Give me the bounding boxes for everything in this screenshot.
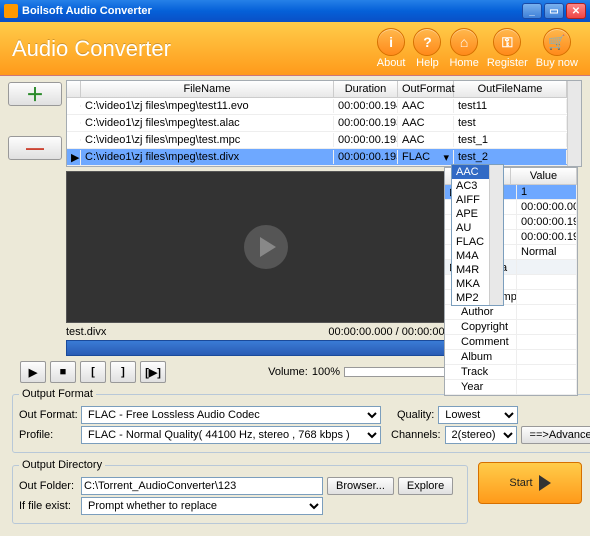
volume-slider[interactable] bbox=[344, 367, 454, 377]
explore-button[interactable]: Explore bbox=[398, 477, 453, 495]
quality-label: Quality: bbox=[397, 409, 434, 421]
col-outfilename[interactable]: OutFileName bbox=[454, 81, 567, 97]
prop-row[interactable]: Author bbox=[445, 305, 577, 320]
header-buy-now-button[interactable]: 🛒Buy now bbox=[536, 28, 578, 69]
maximize-button[interactable]: ▭ bbox=[544, 3, 564, 19]
quality-select[interactable]: Lowest bbox=[438, 406, 518, 424]
prop-row[interactable]: Album bbox=[445, 350, 577, 365]
volume-label: Volume: bbox=[268, 366, 308, 378]
window-titlebar: Boilsoft Audio Converter _ ▭ ✕ bbox=[0, 0, 590, 22]
help-icon: ? bbox=[413, 28, 441, 56]
home-icon: ⌂ bbox=[450, 28, 478, 56]
start-button[interactable]: Start bbox=[478, 462, 582, 504]
close-button[interactable]: ✕ bbox=[566, 3, 586, 19]
buy now-icon: 🛒 bbox=[543, 28, 571, 56]
volume-value: 100% bbox=[312, 366, 340, 378]
app-header: Audio Converter iAbout?Help ⌂Home ⚿Registe… bbox=[0, 22, 590, 76]
preview-play-icon[interactable] bbox=[244, 225, 288, 269]
outformat-dropdown[interactable]: AACAC3AIFFAPEAUFLACM4AM4RMKAMP2 bbox=[451, 164, 504, 306]
profile-select[interactable]: FLAC - Normal Quality( 44100 Hz, stereo … bbox=[81, 426, 381, 444]
profile-label: Profile: bbox=[19, 429, 77, 441]
mark-out-button[interactable]: ] bbox=[110, 361, 136, 383]
header-register-button[interactable]: ⚿Register bbox=[487, 28, 528, 69]
header-home-button[interactable]: ⌂Home bbox=[449, 28, 478, 69]
add-file-button[interactable]: ＋ bbox=[8, 82, 62, 106]
fileexist-select[interactable]: Prompt whether to replace bbox=[81, 497, 323, 515]
outformat-select[interactable]: FLAC - Free Lossless Audio Codec bbox=[81, 406, 381, 424]
table-row[interactable]: C:\video1\zj files\mpeg\test.mpc00:00:00… bbox=[67, 132, 567, 149]
prop-row[interactable]: Comment bbox=[445, 335, 577, 350]
fileexist-label: If file exist: bbox=[19, 500, 77, 512]
stop-button[interactable]: ■ bbox=[50, 361, 76, 383]
window-title: Boilsoft Audio Converter bbox=[22, 5, 152, 17]
minimize-button[interactable]: _ bbox=[522, 3, 542, 19]
start-icon bbox=[539, 475, 551, 491]
app-icon bbox=[4, 4, 18, 18]
channels-select[interactable]: 2(stereo) bbox=[445, 426, 517, 444]
seek-slider[interactable] bbox=[66, 340, 466, 356]
output-format-legend: Output Format bbox=[19, 388, 96, 400]
header-about-button[interactable]: iAbout bbox=[377, 28, 406, 69]
col-outformat[interactable]: OutFormat bbox=[398, 81, 454, 97]
col-filename[interactable]: FileName bbox=[81, 81, 334, 97]
preview-filename: test.divx bbox=[66, 326, 106, 338]
remove-file-button[interactable]: — bbox=[8, 136, 62, 160]
about-icon: i bbox=[377, 28, 405, 56]
advance-button[interactable]: ==>Advance bbox=[521, 426, 590, 444]
outformat-label: Out Format: bbox=[19, 409, 77, 421]
dropdown-scrollbar[interactable] bbox=[489, 165, 503, 305]
grid-scrollbar[interactable] bbox=[567, 81, 581, 166]
table-row[interactable]: C:\video1\zj files\mpeg\test11.evo00:00:… bbox=[67, 98, 567, 115]
output-directory-group: Output Directory Out Folder: Browser... … bbox=[12, 459, 468, 524]
file-grid[interactable]: FileName Duration OutFormat OutFileName … bbox=[66, 80, 582, 167]
register-icon: ⚿ bbox=[493, 28, 521, 56]
browser-button[interactable]: Browser... bbox=[327, 477, 394, 495]
preview-panel bbox=[66, 171, 466, 323]
header-help-button[interactable]: ?Help bbox=[413, 28, 441, 69]
output-dir-legend: Output Directory bbox=[19, 459, 105, 471]
col-duration[interactable]: Duration bbox=[334, 81, 398, 97]
prop-row[interactable]: Year bbox=[445, 380, 577, 395]
app-title: Audio Converter bbox=[12, 36, 171, 62]
play-button[interactable]: ▶ bbox=[20, 361, 46, 383]
channels-label: Channels: bbox=[391, 429, 441, 441]
outfolder-label: Out Folder: bbox=[19, 480, 77, 492]
prop-row[interactable]: Track bbox=[445, 365, 577, 380]
prop-col-value[interactable]: Value bbox=[511, 168, 577, 184]
mark-in-button[interactable]: [ bbox=[80, 361, 106, 383]
output-format-group: Output Format Out Format: FLAC - Free Lo… bbox=[12, 388, 590, 453]
outfolder-input[interactable] bbox=[81, 477, 323, 495]
next-button[interactable]: [▶] bbox=[140, 361, 166, 383]
table-row[interactable]: C:\video1\zj files\mpeg\test.alac00:00:0… bbox=[67, 115, 567, 132]
prop-row[interactable]: Copyright bbox=[445, 320, 577, 335]
